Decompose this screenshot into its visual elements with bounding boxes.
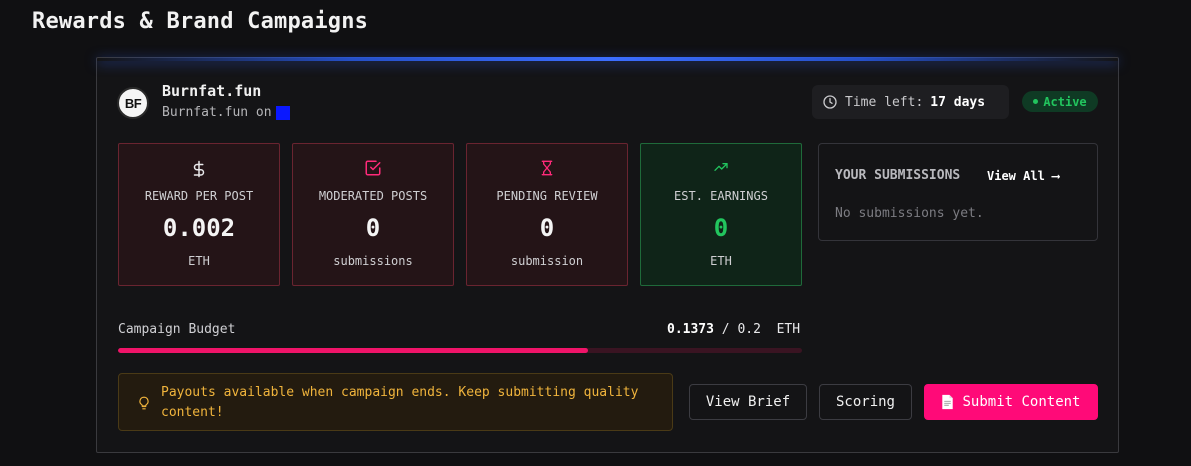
- check-square-icon: [293, 159, 453, 177]
- submit-content-button[interactable]: Submit Content: [924, 384, 1098, 420]
- campaign-subtitle-text: Burnfat.fun on: [162, 105, 272, 120]
- stat-value: 0: [539, 214, 555, 242]
- stat-label: PENDING REVIEW: [496, 189, 598, 203]
- document-icon: [942, 394, 954, 410]
- platform-icon: [275, 105, 290, 120]
- budget-currency: ETH: [776, 322, 801, 337]
- stat-unit: submission: [510, 254, 584, 268]
- trending-up-icon: [641, 159, 801, 175]
- budget-separator: /: [721, 322, 730, 337]
- stat-label: EST. EARNINGS: [674, 189, 768, 203]
- scoring-button[interactable]: Scoring: [819, 384, 912, 420]
- stat-value: 0.002: [162, 214, 236, 242]
- stat-moderated-posts: MODERATED POSTS 0 submissions: [292, 143, 454, 286]
- clock-icon: [823, 95, 837, 109]
- card-top-glow: [97, 57, 1118, 61]
- campaign-subtitle: Burnfat.fun on: [162, 105, 290, 120]
- submit-content-label: Submit Content: [962, 394, 1081, 410]
- brand-logo: BF: [117, 87, 149, 119]
- budget-spent: 0.1373: [667, 322, 714, 337]
- budget-progress-fill: [118, 348, 588, 353]
- stat-label: MODERATED POSTS: [318, 189, 428, 203]
- dollar-icon: [119, 159, 279, 179]
- budget-label: Campaign Budget: [118, 322, 236, 337]
- time-left-label: Time left:: [845, 94, 924, 110]
- budget-total: 0.2: [737, 322, 761, 337]
- submissions-title: YOUR SUBMISSIONS: [835, 168, 961, 183]
- view-all-link[interactable]: View All ⟶: [987, 169, 1059, 183]
- stat-value: 0: [713, 214, 729, 242]
- stat-label: REWARD PER POST: [144, 189, 254, 203]
- budget-progress-bar: [118, 348, 802, 353]
- stat-reward-per-post: REWARD PER POST 0.002 ETH: [118, 143, 280, 286]
- budget-value: 0.1373 / 0.2 ETH: [667, 322, 800, 337]
- stat-est-earnings: EST. EARNINGS 0 ETH: [640, 143, 802, 286]
- stat-unit: ETH: [188, 254, 210, 268]
- lightbulb-icon: [137, 394, 151, 416]
- payout-notice-text: Payouts available when campaign ends. Ke…: [161, 385, 639, 420]
- hourglass-icon: [467, 159, 627, 177]
- status-badge: Active: [1022, 91, 1098, 112]
- time-left-value: 17 days: [930, 94, 986, 110]
- time-left-box: Time left: 17 days: [812, 85, 1009, 119]
- status-text: Active: [1043, 94, 1087, 109]
- stat-pending-review: PENDING REVIEW 0 submission: [466, 143, 628, 286]
- stat-unit: submissions: [333, 254, 413, 268]
- submissions-panel: YOUR SUBMISSIONS View All ⟶ No submissio…: [818, 143, 1098, 241]
- stat-value: 0: [365, 214, 381, 242]
- status-dot-icon: [1033, 99, 1039, 104]
- payout-notice: Payouts available when campaign ends. Ke…: [118, 373, 673, 431]
- page-title: Rewards & Brand Campaigns: [32, 9, 369, 34]
- brand-logo-text: BF: [124, 95, 142, 111]
- submissions-empty-text: No submissions yet.: [835, 206, 984, 221]
- stat-unit: ETH: [710, 254, 732, 268]
- campaign-name: Burnfat.fun: [162, 82, 262, 100]
- view-brief-button[interactable]: View Brief: [689, 384, 807, 420]
- campaign-card: BF Burnfat.fun Burnfat.fun on Time left:…: [96, 57, 1119, 453]
